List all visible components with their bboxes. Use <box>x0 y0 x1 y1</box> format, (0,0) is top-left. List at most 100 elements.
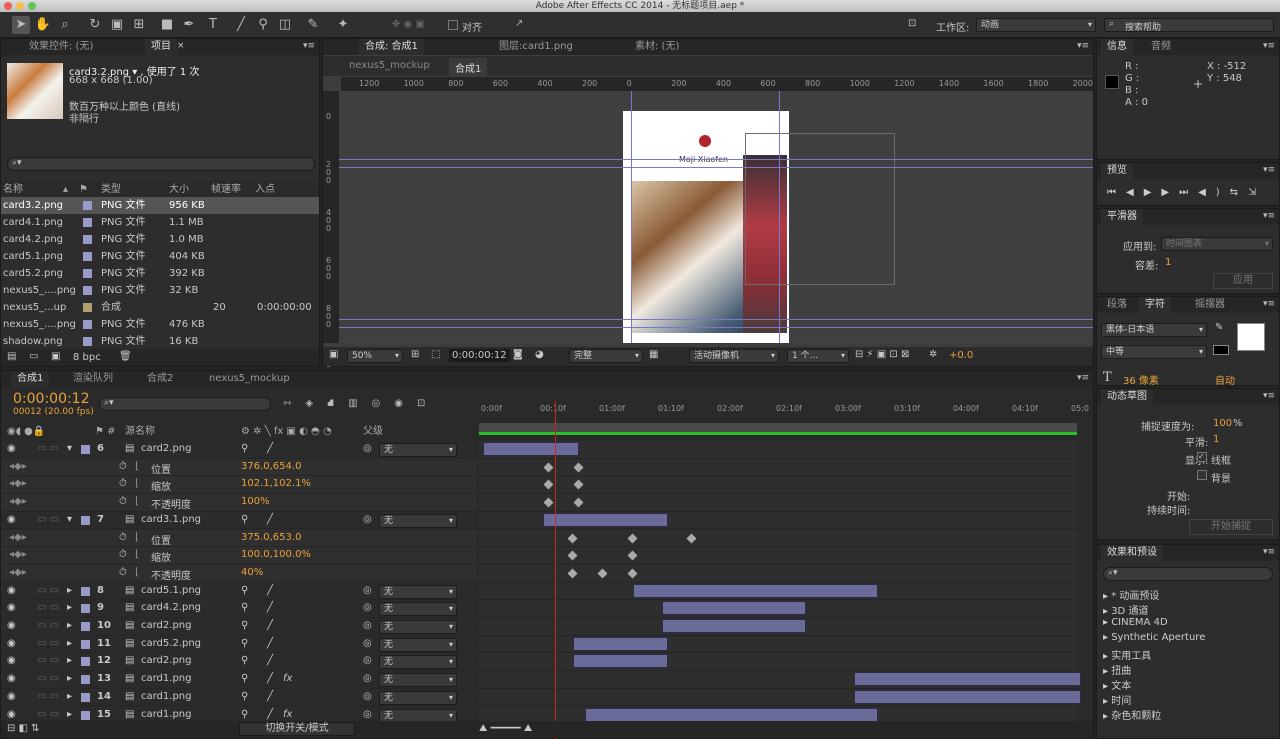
capture-speed-value[interactable]: 100 <box>1213 418 1232 429</box>
clone-tool-icon[interactable]: ⚲ <box>254 16 272 34</box>
project-item[interactable]: shadow.png PNG 文件 16 KB <box>1 333 319 350</box>
layer-duration-bar[interactable] <box>662 619 806 633</box>
eye-icon[interactable]: ◉ <box>7 638 16 649</box>
pickwhip-icon[interactable]: ◎ <box>363 620 372 631</box>
stopwatch-icon[interactable]: ⏱ <box>119 496 127 507</box>
keyframe[interactable] <box>686 533 697 543</box>
expand-icon[interactable]: ▸ <box>67 638 72 649</box>
panel-menu-icon[interactable]: ▾≡ <box>1263 547 1275 557</box>
solo-lock-boxes[interactable]: ▭ ▭ <box>37 585 59 596</box>
parent-dropdown[interactable]: 无 <box>379 513 457 528</box>
effect-category[interactable]: ▸ Synthetic Aperture <box>1103 632 1205 643</box>
shy-switch-icon[interactable]: ⚲ <box>241 673 248 684</box>
project-item[interactable]: card4.2.png PNG 文件 1.0 MB <box>1 231 319 248</box>
zoom-slider[interactable]: ⛰ ━━━━━ ⛰ <box>479 723 532 734</box>
expand-icon[interactable]: ▸ <box>67 709 72 720</box>
layer-row[interactable]: ◉ ▭ ▭ ▾ 6 ▤ card2.png ⚲ ╱ ◎ 无 <box>1 441 477 459</box>
interpret-icon[interactable]: ▤ <box>7 351 16 362</box>
tab-preview[interactable]: 预览 <box>1101 163 1133 179</box>
tolerance-value[interactable]: 1 <box>1165 257 1171 268</box>
layer-duration-bar[interactable] <box>483 442 579 456</box>
parent-dropdown[interactable]: 无 <box>379 655 457 670</box>
new-comp-icon[interactable]: ▣ <box>51 351 60 362</box>
toggle-pixel-icon[interactable]: ⊟ ⚡ ▣ ⊡ ⊠ <box>855 349 909 360</box>
label-swatch[interactable] <box>81 586 90 596</box>
pickwhip-icon[interactable]: ◎ <box>363 443 372 454</box>
grid-icon[interactable]: ⊞ <box>411 349 419 360</box>
parent-dropdown[interactable]: 无 <box>379 602 457 617</box>
smooth-value[interactable]: 1 <box>1213 434 1219 445</box>
property-value[interactable]: 376.0,654.0 <box>241 461 301 472</box>
panel-menu-icon[interactable]: ▾≡ <box>1263 41 1275 51</box>
solo-lock-boxes[interactable]: ▭ ▭ <box>37 709 59 720</box>
keyframe-nav-icon[interactable]: ◂◆▸ <box>9 567 27 578</box>
layer-row[interactable]: ◉ ▭ ▭ ▸ 10 ▤ card2.png ⚲ ╱ ◎ 无 <box>1 618 477 636</box>
bpc-label[interactable]: 8 bpc <box>73 352 101 363</box>
apply-button[interactable]: 应用 <box>1213 273 1273 289</box>
guide-line[interactable] <box>339 159 1093 160</box>
keyframe-nav-icon[interactable]: ◂◆▸ <box>9 478 27 489</box>
col-parent[interactable]: 父级 <box>363 423 383 440</box>
project-item[interactable]: nexus5_...up 合成 20 0:00:00:00 <box>1 299 319 316</box>
project-item[interactable]: nexus5_....png PNG 文件 476 KB <box>1 316 319 333</box>
label-swatch[interactable] <box>83 337 92 346</box>
font-size-value[interactable]: 36 像素 <box>1123 372 1159 387</box>
layer-row[interactable]: ◉ ▭ ▭ ▸ 8 ▤ card5.1.png ⚲ ╱ ◎ 无 <box>1 582 477 601</box>
project-item[interactable]: card5.2.png PNG 文件 392 KB <box>1 265 319 282</box>
effect-category[interactable]: ▸ CINEMA 4D <box>1103 617 1168 628</box>
layer-duration-bar[interactable] <box>632 583 878 598</box>
property-value[interactable]: 375.0,653.0 <box>241 532 301 543</box>
guide-line[interactable] <box>339 167 1093 168</box>
work-area-bar[interactable] <box>479 423 1077 435</box>
pickwhip-icon[interactable]: ◎ <box>363 673 372 684</box>
eye-icon[interactable]: ◉ <box>7 691 16 702</box>
quality-switch-icon[interactable]: ╱ <box>267 602 273 613</box>
label-swatch[interactable] <box>83 303 92 312</box>
expand-icon[interactable]: ▾ <box>67 443 72 454</box>
tab-paragraph[interactable]: 段落 <box>1101 297 1133 313</box>
expand-icon[interactable]: ▸ <box>67 602 72 613</box>
effect-category[interactable]: ▸ 3D 通道 <box>1103 602 1148 617</box>
tab-nexus5-mockup[interactable]: nexus5_mockup <box>203 371 296 387</box>
pickwhip-icon[interactable]: ◎ <box>363 514 372 525</box>
show-channel-icon[interactable]: ◕ <box>535 349 544 360</box>
zoom-tool-icon[interactable]: ⌕ <box>56 16 74 34</box>
wireframe-checkbox[interactable]: ✓ <box>1197 452 1207 462</box>
playhead[interactable] <box>554 401 556 739</box>
time-ruler[interactable]: 0:00f 00:10f 01:00f 01:10f 02:00f 02:10f 03:00… <box>479 401 1089 421</box>
stopwatch-icon[interactable]: ⏱ <box>119 478 127 489</box>
eye-icon[interactable]: ◉ <box>7 514 16 525</box>
tab-info[interactable]: 信息 <box>1101 39 1133 55</box>
property-row[interactable]: ◂◆▸ ⏱ ⌊ 缩放 102.1,102.1% <box>1 476 477 495</box>
stopwatch-icon[interactable]: ⏱ <box>119 549 127 560</box>
label-swatch[interactable] <box>81 445 90 454</box>
shy-switch-icon[interactable]: ⚲ <box>241 443 248 454</box>
keyframe[interactable] <box>543 497 554 508</box>
roto-tool-icon[interactable]: ✎ <box>304 16 322 34</box>
layer-bounding-box[interactable] <box>745 133 895 285</box>
expand-icon[interactable]: ▸ <box>67 585 72 596</box>
keyframe[interactable] <box>573 479 584 490</box>
views-dropdown[interactable]: 1 个... <box>787 349 849 363</box>
puppet-tool-icon[interactable]: ✦ <box>334 16 352 34</box>
eye-icon[interactable]: ◉ <box>7 602 16 613</box>
col-source-name[interactable]: 源名称 <box>125 423 155 440</box>
layer-duration-bar[interactable] <box>572 654 669 669</box>
parent-dropdown[interactable]: 无 <box>379 584 457 599</box>
layer-duration-bar[interactable] <box>662 601 806 616</box>
property-row[interactable]: ◂◆▸ ⏱ ⌊ 位置 375.0,653.0 <box>1 529 477 548</box>
pickwhip-icon[interactable]: ◎ <box>363 602 372 613</box>
solo-lock-boxes[interactable]: ▭ ▭ <box>37 443 59 454</box>
quality-switch-icon[interactable]: ╱ <box>267 673 273 684</box>
effect-category[interactable]: ▸ 扭曲 <box>1103 662 1131 677</box>
keyframe[interactable] <box>627 533 638 543</box>
effect-category[interactable]: ▸ 实用工具 <box>1103 647 1151 662</box>
guide-line[interactable] <box>339 327 1093 328</box>
label-swatch[interactable] <box>81 675 90 685</box>
property-row[interactable]: ◂◆▸ ⏱ ⌊ 缩放 100.0,100.0% <box>1 547 477 565</box>
comp-viewer[interactable]: Moji Xiaofen <box>339 91 1093 343</box>
eraser-tool-icon[interactable]: ◫ <box>276 16 294 34</box>
col-in[interactable]: 入点 <box>255 181 275 198</box>
tab-project[interactable]: 项目 <box>145 39 177 55</box>
exposure-value[interactable]: +0.0 <box>949 350 973 361</box>
